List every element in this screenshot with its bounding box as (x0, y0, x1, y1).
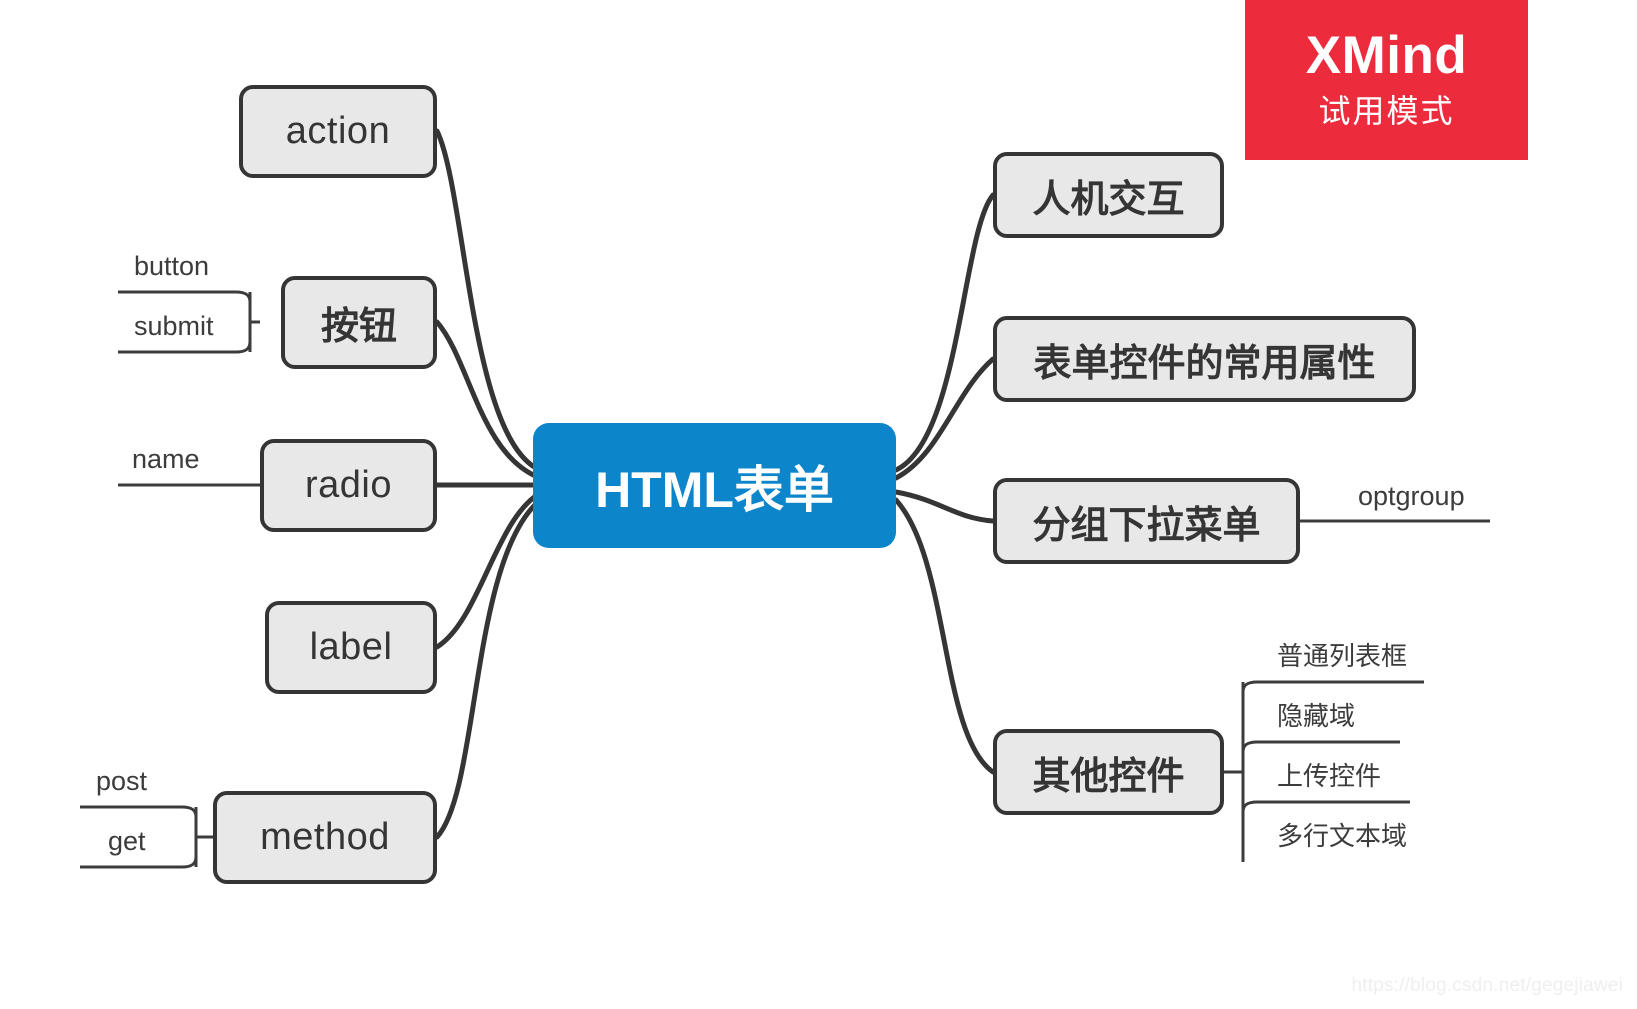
leaf-post-method-label: post (96, 766, 148, 796)
wire-others-elbow-1 (1241, 680, 1424, 693)
wire-others-elbow-3 (1241, 800, 1410, 813)
topic-radio[interactable]: radio (260, 439, 437, 532)
wire-root-method (434, 497, 543, 840)
topic-label[interactable]: label (265, 601, 437, 694)
wire-others-elbow-2 (1241, 740, 1400, 753)
leaf-post-method[interactable]: post (96, 768, 147, 795)
topic-button[interactable]: 按钮 (281, 276, 437, 369)
wire-root-optgroup-node (893, 489, 996, 524)
wire-button-elbow-1 (118, 290, 252, 303)
leaf-listbox-label: 普通列表框 (1277, 641, 1408, 671)
topic-form-control-attributes-label: 表单控件的常用属性 (1033, 342, 1376, 385)
root-topic[interactable]: HTML表单 (533, 423, 896, 548)
wire-method-elbow-2 (80, 856, 198, 869)
wire-button-elbow-2 (118, 341, 252, 354)
leaf-hidden-field-label: 隐藏域 (1277, 701, 1356, 731)
leaf-name-attr-label: name (132, 444, 200, 474)
topic-human-computer-interaction-label: 人机交互 (1032, 178, 1185, 221)
xmind-trial-label: 试用模式 (1318, 92, 1455, 129)
wire-root-action (434, 128, 543, 473)
wire-root-others (893, 497, 996, 775)
topic-human-computer-interaction[interactable]: 人机交互 (993, 152, 1224, 238)
leaf-submit-type[interactable]: submit (134, 313, 214, 340)
leaf-textarea-label: 多行文本域 (1277, 821, 1408, 851)
wire-method-elbow-1 (80, 805, 198, 818)
xmind-trial-badge: XMind 试用模式 (1245, 0, 1528, 160)
topic-label-label: label (309, 626, 393, 668)
leaf-get-method-label: get (108, 826, 146, 856)
topic-action[interactable]: action (239, 85, 437, 178)
xmind-brand-label: XMind (1305, 26, 1468, 86)
leaf-optgroup[interactable]: optgroup (1358, 483, 1465, 510)
topic-form-control-attributes[interactable]: 表单控件的常用属性 (993, 316, 1416, 402)
leaf-hidden-field[interactable]: 隐藏域 (1277, 703, 1355, 729)
topic-action-label: action (285, 110, 391, 152)
leaf-get-method[interactable]: get (108, 828, 146, 855)
topic-method[interactable]: method (213, 791, 437, 884)
leaf-file-upload[interactable]: 上传控件 (1277, 763, 1381, 789)
topic-radio-label: radio (305, 464, 392, 506)
wire-root-button (434, 319, 543, 481)
topic-method-label: method (260, 816, 390, 858)
leaf-textarea[interactable]: 多行文本域 (1277, 823, 1407, 849)
wire-root-label (434, 490, 543, 650)
leaf-button-type-label: button (134, 251, 210, 281)
topic-grouped-dropdown[interactable]: 分组下拉菜单 (993, 478, 1300, 564)
leaf-name-attr[interactable]: name (132, 446, 200, 473)
topic-other-controls[interactable]: 其他控件 (993, 729, 1224, 815)
topic-button-label: 按钮 (320, 306, 397, 348)
leaf-submit-type-label: submit (134, 311, 214, 341)
mindmap-canvas: HTML表单 action 按钮 radio label method butt… (0, 0, 1637, 1009)
site-watermark: https://blog.csdn.net/gegejiawei (1351, 975, 1623, 996)
topic-other-controls-label: 其他控件 (1032, 755, 1185, 798)
root-topic-label: HTML表单 (595, 461, 834, 518)
leaf-button-type[interactable]: button (134, 253, 209, 280)
wire-root-attrs (893, 356, 996, 481)
leaf-listbox[interactable]: 普通列表框 (1277, 643, 1407, 669)
leaf-file-upload-label: 上传控件 (1277, 761, 1382, 791)
wire-root-renji (893, 192, 996, 473)
leaf-optgroup-label: optgroup (1358, 481, 1465, 511)
topic-grouped-dropdown-label: 分组下拉菜单 (1032, 504, 1261, 547)
